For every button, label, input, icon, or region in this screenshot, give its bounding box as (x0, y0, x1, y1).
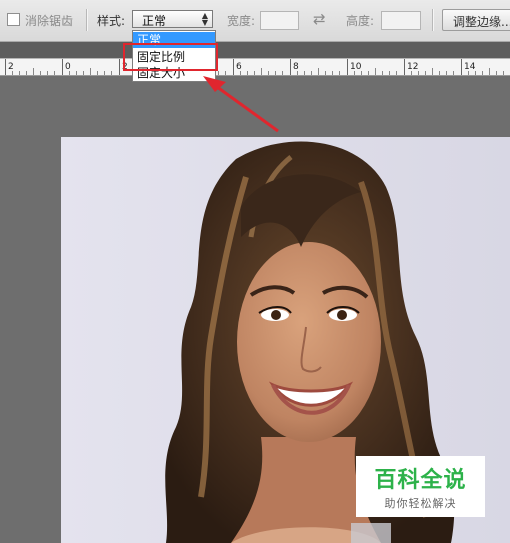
arrow-annotation-icon (203, 76, 279, 133)
